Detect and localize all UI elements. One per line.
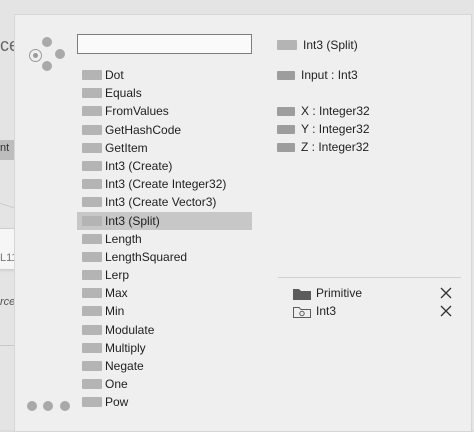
result-item[interactable]: LengthSquared bbox=[77, 248, 252, 266]
result-label: GetItem bbox=[105, 140, 148, 155]
node-icon bbox=[82, 270, 102, 281]
result-item[interactable]: Length bbox=[77, 230, 252, 248]
navigation-dots bbox=[29, 37, 65, 73]
result-label: Dot bbox=[105, 68, 124, 82]
search-input[interactable] bbox=[77, 34, 252, 54]
output-port-icon bbox=[277, 143, 295, 152]
node-icon bbox=[82, 70, 102, 80]
preview-title-row: Int3 (Split) bbox=[277, 37, 358, 53]
result-item[interactable]: Pow bbox=[77, 393, 252, 411]
result-item[interactable]: GetHashCode bbox=[77, 121, 252, 139]
page-dot[interactable] bbox=[60, 401, 70, 411]
preview-input: Input : Int3 bbox=[301, 68, 358, 82]
preview-output-row: Y : Integer32 bbox=[277, 121, 370, 137]
page-dot[interactable] bbox=[27, 401, 37, 411]
result-label: LengthSquared bbox=[105, 249, 188, 264]
result-item[interactable]: Int3 (Create) bbox=[77, 157, 252, 175]
node-searcher-panel: Dot Equals FromValues GetHashCode GetItem Int… bbox=[14, 14, 472, 432]
result-item[interactable]: FromValues bbox=[77, 102, 252, 120]
result-item[interactable]: Min bbox=[77, 302, 252, 320]
node-icon bbox=[82, 324, 102, 335]
result-label: Length bbox=[105, 231, 142, 246]
result-label: Int3 (Split) bbox=[105, 213, 160, 228]
node-icon bbox=[82, 342, 102, 353]
node-icon bbox=[82, 251, 102, 262]
node-icon bbox=[82, 160, 102, 171]
result-item[interactable]: Lerp bbox=[77, 266, 252, 284]
node-icon bbox=[82, 106, 102, 117]
preview-output-row: Z : Integer32 bbox=[277, 139, 369, 155]
result-item[interactable]: Max bbox=[77, 284, 252, 302]
preview-input-row: Input : Int3 bbox=[277, 67, 358, 83]
preview-output-x: X : Integer32 bbox=[301, 104, 370, 118]
node-icon bbox=[82, 379, 102, 390]
node-icon bbox=[82, 361, 102, 371]
open-folder-icon bbox=[293, 307, 311, 318]
nav-dot-right[interactable] bbox=[55, 49, 65, 59]
preview-output-y: Y : Integer32 bbox=[301, 122, 370, 136]
result-item[interactable]: GetItem bbox=[77, 139, 252, 157]
result-item[interactable]: Negate bbox=[77, 357, 252, 375]
preview-title: Int3 (Split) bbox=[303, 38, 358, 52]
result-label: Max bbox=[105, 286, 128, 301]
result-label: GetHashCode bbox=[105, 122, 182, 137]
result-label: One bbox=[105, 377, 128, 392]
result-item[interactable]: Dot bbox=[77, 66, 252, 84]
node-icon bbox=[277, 40, 297, 50]
result-label: Lerp bbox=[105, 268, 130, 283]
nav-dot-up[interactable] bbox=[42, 37, 52, 47]
result-label: FromValues bbox=[105, 104, 169, 119]
input-port-icon bbox=[277, 71, 295, 80]
nav-dot-down[interactable] bbox=[42, 61, 52, 71]
node-icon bbox=[82, 397, 102, 408]
result-item[interactable]: Equals bbox=[77, 84, 252, 102]
breadcrumb-int3[interactable]: Int3 bbox=[278, 302, 461, 320]
result-item[interactable]: Int3 (Create Integer32) bbox=[77, 175, 252, 193]
result-label: Multiply bbox=[105, 340, 146, 355]
output-port-icon bbox=[277, 107, 295, 116]
output-port-icon bbox=[277, 125, 295, 134]
preview-output-z: Z : Integer32 bbox=[301, 140, 370, 154]
result-label: Min bbox=[105, 304, 125, 319]
category-breadcrumbs: Primitive Int3 bbox=[278, 277, 461, 398]
preview-output-row: X : Integer32 bbox=[277, 103, 370, 119]
canvas-node-label-fragment: rce bbox=[0, 296, 16, 308]
result-label: Int3 (Create Vector3) bbox=[105, 195, 217, 210]
node-icon bbox=[82, 142, 102, 153]
results-list: Dot Equals FromValues GetHashCode GetItem Int… bbox=[77, 66, 252, 412]
result-label: Negate bbox=[105, 359, 144, 373]
node-icon bbox=[82, 306, 102, 317]
result-label: Int3 (Create) bbox=[105, 158, 173, 173]
result-label: Equals bbox=[105, 86, 142, 101]
canvas-wire bbox=[0, 345, 14, 346]
node-icon bbox=[82, 88, 102, 99]
nav-dot-left-active[interactable] bbox=[29, 49, 42, 62]
result-label: Modulate bbox=[105, 322, 155, 337]
canvas-node-tab-label: nt bbox=[0, 142, 10, 154]
result-item[interactable]: Modulate bbox=[77, 321, 252, 339]
node-icon bbox=[82, 215, 102, 226]
breadcrumb-label: Int3 bbox=[316, 304, 337, 318]
node-icon bbox=[82, 197, 102, 208]
result-item[interactable]: One bbox=[77, 375, 252, 393]
result-label: Pow bbox=[105, 395, 129, 410]
breadcrumb-label: Primitive bbox=[316, 286, 363, 300]
node-icon bbox=[82, 288, 102, 299]
close-icon[interactable] bbox=[438, 303, 454, 319]
canvas-node-tab[interactable]: nt bbox=[0, 140, 14, 160]
node-icon bbox=[82, 233, 102, 244]
result-item[interactable]: Multiply bbox=[77, 339, 252, 357]
folder-icon bbox=[293, 289, 311, 300]
node-icon bbox=[82, 124, 102, 135]
result-item[interactable]: Int3 (Split) bbox=[77, 211, 252, 230]
result-label: Int3 (Create Integer32) bbox=[105, 177, 227, 192]
breadcrumb-primitive[interactable]: Primitive bbox=[278, 284, 461, 302]
page-dot[interactable] bbox=[43, 401, 53, 411]
result-item[interactable]: Int3 (Create Vector3) bbox=[77, 193, 252, 211]
close-icon[interactable] bbox=[438, 285, 454, 301]
node-icon bbox=[82, 179, 102, 190]
